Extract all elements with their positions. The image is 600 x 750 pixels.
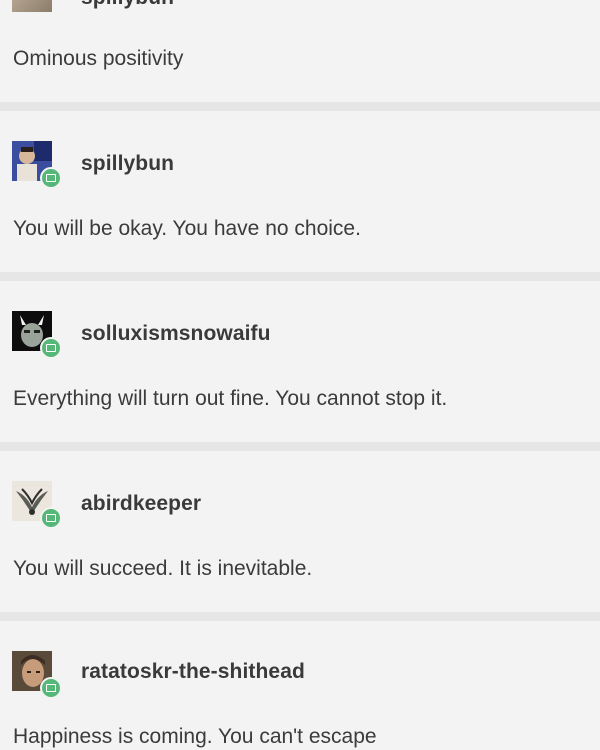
portrait-avatar-icon <box>12 0 52 12</box>
tumblr-badge-icon <box>40 337 62 359</box>
post-divider <box>0 612 600 621</box>
post-message: Ominous positivity <box>13 47 184 70</box>
post-divider <box>0 442 600 451</box>
post-message: Happiness is coming. You can't escape <box>13 725 377 748</box>
post-username[interactable]: spillybun <box>81 0 174 10</box>
tumblr-badge-icon <box>40 677 62 699</box>
post-avatar[interactable] <box>12 141 62 189</box>
post-avatar[interactable] <box>12 0 54 14</box>
post-divider <box>0 102 600 111</box>
post-username[interactable]: solluxismsnowaifu <box>81 322 271 346</box>
tumblr-badge-icon <box>40 167 62 189</box>
post-message: You will be okay. You have no choice. <box>13 217 361 240</box>
post-message: Everything will turn out fine. You canno… <box>13 387 448 410</box>
post-message: You will succeed. It is inevitable. <box>13 557 313 580</box>
post-username[interactable]: ratatoskr-the-shithead <box>81 660 305 684</box>
post-divider <box>0 272 600 281</box>
post-avatar[interactable] <box>12 651 62 699</box>
post-avatar[interactable] <box>12 481 62 529</box>
post-username[interactable]: spillybun <box>81 152 174 176</box>
post-username[interactable]: abirdkeeper <box>81 492 201 516</box>
tumblr-badge-icon <box>40 507 62 529</box>
post-avatar[interactable] <box>12 311 62 359</box>
